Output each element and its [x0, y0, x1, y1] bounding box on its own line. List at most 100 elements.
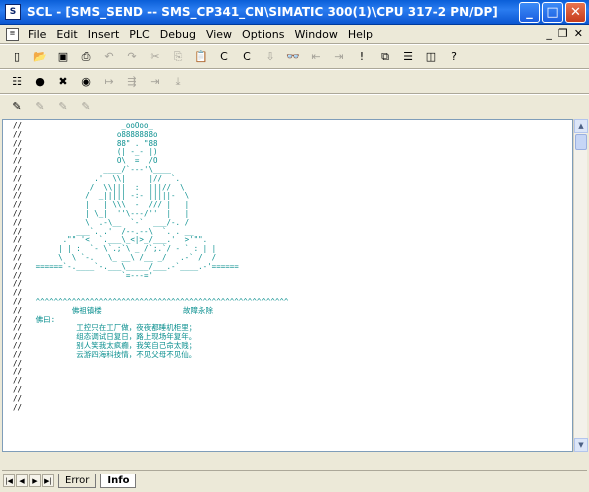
print-icon[interactable]: ⎙	[75, 46, 97, 67]
tab-info[interactable]: Info	[100, 473, 137, 488]
debug-toolbar: ☷ ● ✖ ◉ ↦ ⇶ ⇥ ⤓	[6, 69, 190, 93]
comment-marker: //	[13, 252, 23, 262]
minimize-button[interactable]: _	[519, 2, 540, 23]
window-title: SCL - [SMS_SEND -- SMS_CP341_CN\SIMATIC …	[27, 5, 498, 19]
maximize-button[interactable]: □	[542, 2, 563, 23]
bookmark-clear-icon[interactable]: ✎	[75, 96, 97, 117]
help-icon[interactable]: ?	[443, 46, 465, 67]
code-line: // `=---='	[13, 270, 288, 281]
cut-icon[interactable]: ✂	[144, 46, 166, 67]
ascii-art-line	[22, 288, 31, 297]
ascii-art-line: ___`. .' /--.--\ `. . __	[22, 226, 194, 236]
comment-text: 工控只在工厂做，夜夜都睡机柜里；	[22, 323, 197, 333]
menu-view[interactable]: View	[201, 28, 237, 41]
comment-marker: //	[13, 138, 23, 148]
cascade-icon[interactable]: ⧉	[374, 46, 396, 67]
ascii-art-line	[22, 279, 31, 288]
scl-app-icon[interactable]: S	[5, 4, 21, 20]
document-icon[interactable]: ≡	[6, 27, 19, 41]
comment-marker: //	[13, 235, 23, 245]
prev-tab-icon[interactable]: ◀	[16, 474, 28, 487]
comment-marker: //	[13, 200, 23, 210]
menu-edit[interactable]: Edit	[51, 28, 82, 41]
breakpoint-prev-icon[interactable]: ⇤	[305, 46, 327, 67]
undo-icon[interactable]: ↶	[98, 46, 120, 67]
comment-marker: //	[13, 147, 23, 157]
menu-plc[interactable]: PLC	[124, 28, 154, 41]
comment-marker: //	[13, 384, 23, 394]
comment-marker: //	[13, 349, 23, 359]
compile-all-icon[interactable]: C	[236, 46, 258, 67]
list-icon[interactable]: ☷	[6, 71, 28, 92]
menu-help[interactable]: Help	[343, 28, 378, 41]
ascii-art-line: .' \\| |// `.	[22, 173, 181, 183]
menu-window[interactable]: Window	[290, 28, 343, 41]
last-tab-icon[interactable]: ▶|	[42, 474, 54, 487]
ascii-art-line: ____/`---'\____	[22, 164, 172, 174]
step-out-icon[interactable]: ⇥	[144, 71, 166, 92]
comment-text: 组态调试日复日，路上现场年复年。	[22, 332, 197, 342]
monitor-icon[interactable]: 👓	[282, 46, 304, 67]
ascii-art-line: O\ = /O	[22, 156, 158, 166]
new-icon[interactable]: ▯	[6, 46, 28, 67]
title-bar: S SCL - [SMS_SEND -- SMS_CP341_CN\SIMATI…	[0, 0, 589, 25]
ascii-art-line: `=---='	[22, 270, 153, 280]
source-editor[interactable]: // _ooOoo_// o8888888o// 88" . "88// (| …	[2, 119, 573, 452]
paste-icon[interactable]: 📋	[190, 46, 212, 67]
tile-vertical-icon[interactable]: ◫	[420, 46, 442, 67]
comment-text: 别人笑我太疯癫，我笑自己命太贱；	[22, 340, 197, 350]
compile-icon[interactable]: C	[213, 46, 235, 67]
mdi-minimize-button[interactable]: _	[546, 27, 552, 40]
download-icon[interactable]: ⇩	[259, 46, 281, 67]
comment-marker: //	[13, 217, 23, 227]
menu-file[interactable]: File	[23, 28, 51, 41]
ascii-art-line: ^^^^^^^^^^^^^^^^^^^^^^^^^^^^^^^^^^^^^^^^…	[22, 296, 289, 306]
menu-options[interactable]: Options	[237, 28, 289, 41]
comment-marker: //	[13, 296, 23, 306]
mdi-restore-button[interactable]: ❐	[558, 27, 568, 40]
bookmark-next-icon[interactable]: ✎	[29, 96, 51, 117]
comment-marker: //	[13, 182, 23, 192]
code-line: //	[13, 279, 288, 289]
tab-error[interactable]: Error	[58, 473, 97, 488]
breakpoint-icon[interactable]: ●	[29, 71, 51, 92]
tile-horizontal-icon[interactable]: ☰	[397, 46, 419, 67]
first-tab-icon[interactable]: |◀	[3, 474, 15, 487]
step-over-icon[interactable]: ↦	[98, 71, 120, 92]
comment-marker: //	[13, 376, 23, 386]
scroll-down-icon[interactable]: ▼	[574, 438, 588, 452]
step-into-icon[interactable]: ⇶	[121, 71, 143, 92]
mdi-close-button[interactable]: ✕	[574, 27, 583, 40]
ascii-art-line: / _||||| -:- |||||- \	[22, 191, 190, 201]
code-line: //	[13, 394, 288, 404]
delete-breakpoint-icon[interactable]: ✖	[52, 71, 74, 92]
status-strip	[2, 452, 587, 464]
scroll-up-icon[interactable]: ▲	[574, 119, 588, 133]
bookmark-prev-icon[interactable]: ✎	[52, 96, 74, 117]
ascii-art-line: | | : `- \`.;`\ _ /`;.`/ - ` : | |	[22, 244, 217, 254]
copy-icon[interactable]: ⎘	[167, 46, 189, 67]
vertical-scrollbar[interactable]: ▲ ▼	[573, 119, 588, 452]
comment-marker: //	[13, 164, 23, 174]
breakpoint-next-icon[interactable]: ⇥	[328, 46, 350, 67]
exclamation-icon[interactable]: !	[351, 46, 373, 67]
menu-debug[interactable]: Debug	[155, 28, 201, 41]
bookmark-icon[interactable]: ✎	[6, 96, 28, 117]
code-line: //	[13, 384, 288, 395]
ascii-art-line: ======`-.____`-.___\_____/___.-`____.-'=…	[22, 261, 239, 271]
redo-icon[interactable]: ↷	[121, 46, 143, 67]
disable-breakpoint-icon[interactable]: ◉	[75, 71, 97, 92]
ascii-art-line: o8888888o	[22, 129, 158, 139]
menu-insert[interactable]: Insert	[83, 28, 125, 41]
comment-marker: //	[13, 261, 23, 271]
run-to-cursor-icon[interactable]: ⤓	[167, 71, 189, 92]
comment-marker: //	[13, 270, 23, 280]
menu-bar: ≡ File Edit Insert PLC Debug View Option…	[0, 25, 589, 43]
comment-marker: //	[13, 288, 23, 298]
close-button[interactable]: ✕	[565, 2, 586, 23]
scroll-thumb[interactable]	[575, 134, 587, 150]
next-tab-icon[interactable]: ▶	[29, 474, 41, 487]
open-icon[interactable]: 📂	[29, 46, 51, 67]
ascii-art-line: | | \\\ - /// | |	[22, 200, 190, 210]
save-icon[interactable]: ▣	[52, 46, 74, 67]
